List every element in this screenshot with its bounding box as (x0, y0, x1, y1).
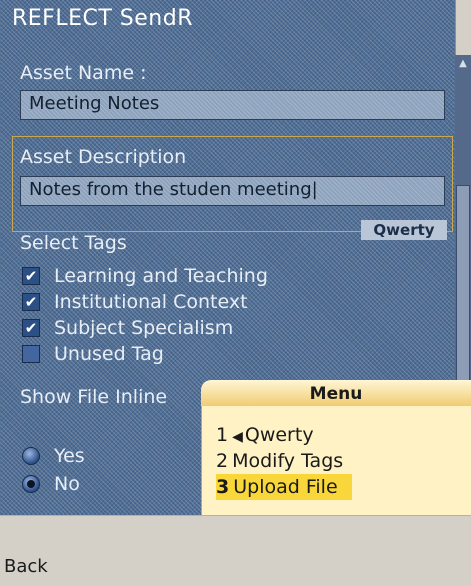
tag-label: Unused Tag (54, 343, 164, 365)
radio-label: Yes (54, 445, 85, 467)
radio-row-yes[interactable]: Yes (22, 444, 85, 468)
tags-label: Select Tags (20, 232, 127, 254)
radio-button-selected-icon[interactable] (22, 475, 40, 493)
app-title: REFLECT SendR (12, 6, 193, 31)
menu-item-number: 1 (216, 424, 229, 446)
scroll-up-icon[interactable]: ▲ (455, 55, 471, 73)
back-softkey[interactable]: Back (4, 556, 48, 577)
menu-item-upload-file[interactable]: 3 Upload File (216, 474, 352, 500)
tag-checkbox-row[interactable]: ✔ Institutional Context (22, 290, 248, 314)
tag-label: Learning and Teaching (54, 265, 268, 287)
soft-key-bar: Back (0, 515, 471, 586)
menu-body: 1 ◀ Qwerty 2 Modify Tags 3 Upload File (201, 406, 471, 515)
menu-item-modify-tags[interactable]: 2 Modify Tags (216, 448, 343, 474)
menu-item-label: Modify Tags (232, 450, 344, 472)
checkbox-checked-icon[interactable]: ✔ (22, 293, 40, 311)
menu-item-qwerty[interactable]: 1 ◀ Qwerty (216, 422, 314, 448)
tag-checkbox-row[interactable]: ✔ Subject Specialism (22, 316, 233, 340)
menu-item-number: 3 (216, 476, 230, 498)
input-mode-indicator: Qwerty (361, 220, 447, 240)
radio-row-no[interactable]: No (22, 472, 80, 496)
asset-description-label: Asset Description (20, 146, 187, 168)
tag-checkbox-row[interactable]: ✔ Unused Tag (22, 342, 164, 366)
tag-checkbox-row[interactable]: ✔ Learning and Teaching (22, 264, 268, 288)
menu-item-number: 2 (216, 450, 229, 472)
tag-label: Subject Specialism (54, 317, 234, 339)
options-menu: Menu 1 ◀ Qwerty 2 Modify Tags 3 Upload File (201, 380, 471, 515)
show-file-inline-label: Show File Inline (20, 386, 168, 408)
menu-item-label: Upload File (233, 476, 338, 498)
radio-button-icon[interactable] (22, 447, 40, 465)
asset-name-label: Asset Name : (20, 62, 147, 84)
tag-label: Institutional Context (54, 291, 248, 313)
menu-title: Menu (201, 380, 471, 407)
asset-description-field[interactable]: Notes from the studen meeting| (20, 176, 445, 206)
checkbox-checked-icon[interactable]: ✔ (22, 267, 40, 285)
checkbox-checked-icon[interactable]: ✔ (22, 319, 40, 337)
radio-label: No (54, 473, 80, 495)
checkbox-unchecked-icon[interactable]: ✔ (22, 345, 40, 363)
left-arrow-icon: ◀ (232, 429, 243, 445)
menu-item-label: Qwerty (244, 424, 314, 446)
asset-name-field[interactable]: Meeting Notes (20, 90, 445, 120)
